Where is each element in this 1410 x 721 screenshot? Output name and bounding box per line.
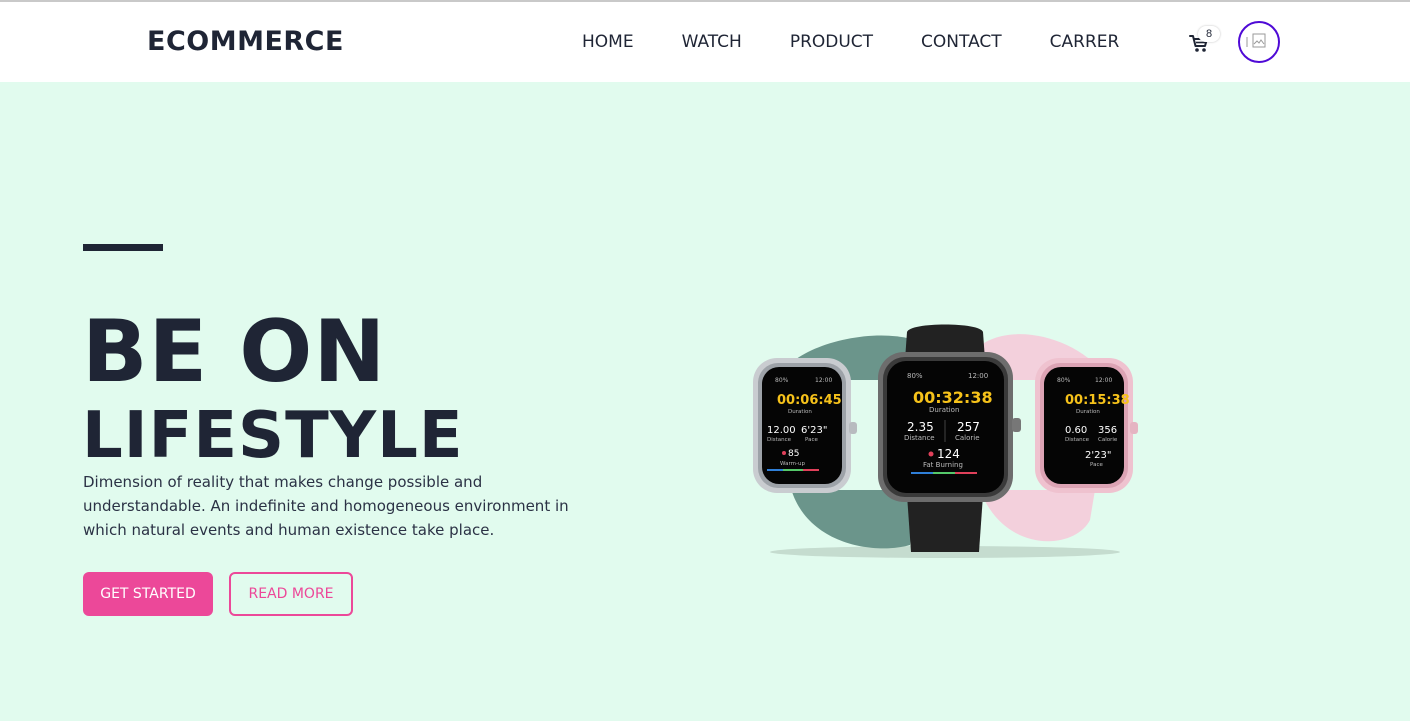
svg-text:356: 356	[1098, 425, 1117, 436]
svg-text:85: 85	[788, 449, 799, 459]
svg-text:00:06:45: 00:06:45	[777, 393, 842, 408]
svg-text:Distance: Distance	[904, 434, 935, 442]
svg-text:0.60: 0.60	[1065, 425, 1087, 436]
svg-text:Duration: Duration	[929, 406, 959, 414]
nav-links: HOME WATCH PRODUCT CONTACT CARRER	[582, 32, 1167, 52]
svg-text:Pace: Pace	[1090, 462, 1103, 468]
broken-image-icon	[1246, 33, 1266, 48]
hero-section: BE ON LIFESTYLE Dimension of reality tha…	[0, 82, 1410, 721]
svg-text:00:15:38: 00:15:38	[1065, 393, 1130, 408]
hero-headline-line2: LIFESTYLE	[82, 399, 464, 473]
svg-text:12:00: 12:00	[815, 377, 832, 384]
svg-text:12:00: 12:00	[1095, 377, 1112, 384]
svg-text:Pace: Pace	[805, 437, 818, 443]
svg-text:12:00: 12:00	[968, 372, 988, 380]
svg-text:Calorie: Calorie	[955, 434, 980, 442]
svg-text:Distance: Distance	[1065, 437, 1090, 443]
svg-text:Duration: Duration	[1076, 409, 1100, 415]
svg-text:Distance: Distance	[767, 437, 792, 443]
accent-bar	[83, 244, 163, 251]
svg-text:80%: 80%	[1057, 377, 1071, 384]
get-started-button[interactable]: GET STARTED	[83, 572, 213, 616]
svg-text:Calorie: Calorie	[1098, 437, 1118, 443]
hero-headline-line1: BE ON	[82, 302, 387, 402]
cart-count-badge: 8	[1198, 26, 1220, 42]
navbar: ECOMMERCE HOME WATCH PRODUCT CONTACT CAR…	[0, 2, 1410, 82]
nav-home-link[interactable]: HOME	[582, 32, 634, 52]
hero-description: Dimension of reality that makes change p…	[83, 473, 569, 539]
svg-text:12.00: 12.00	[767, 425, 796, 436]
smartwatch-product-image: 80% 12:00 00:06:45 Duration 12.00 Distan…	[753, 324, 1138, 558]
nav-carrer-link[interactable]: CARRER	[1050, 32, 1120, 52]
svg-text:80%: 80%	[775, 377, 789, 384]
svg-text:Duration: Duration	[788, 409, 812, 415]
brand-logo[interactable]: ECOMMERCE	[147, 26, 344, 57]
svg-text:00:32:38: 00:32:38	[913, 388, 993, 407]
svg-text:257: 257	[957, 420, 980, 434]
nav-watch-link[interactable]: WATCH	[682, 32, 742, 52]
nav-contact-link[interactable]: CONTACT	[921, 32, 1002, 52]
svg-text:2.35: 2.35	[907, 420, 934, 434]
svg-text:Warm-up: Warm-up	[780, 461, 805, 467]
svg-text:Fat Burning: Fat Burning	[923, 461, 963, 469]
svg-text:2'23": 2'23"	[1085, 450, 1111, 461]
avatar[interactable]	[1238, 21, 1280, 63]
nav-product-link[interactable]: PRODUCT	[790, 32, 873, 52]
svg-text:124: 124	[937, 447, 960, 461]
svg-text:6'23": 6'23"	[801, 425, 827, 436]
svg-text:80%: 80%	[907, 372, 923, 380]
read-more-button[interactable]: READ MORE	[229, 572, 353, 616]
